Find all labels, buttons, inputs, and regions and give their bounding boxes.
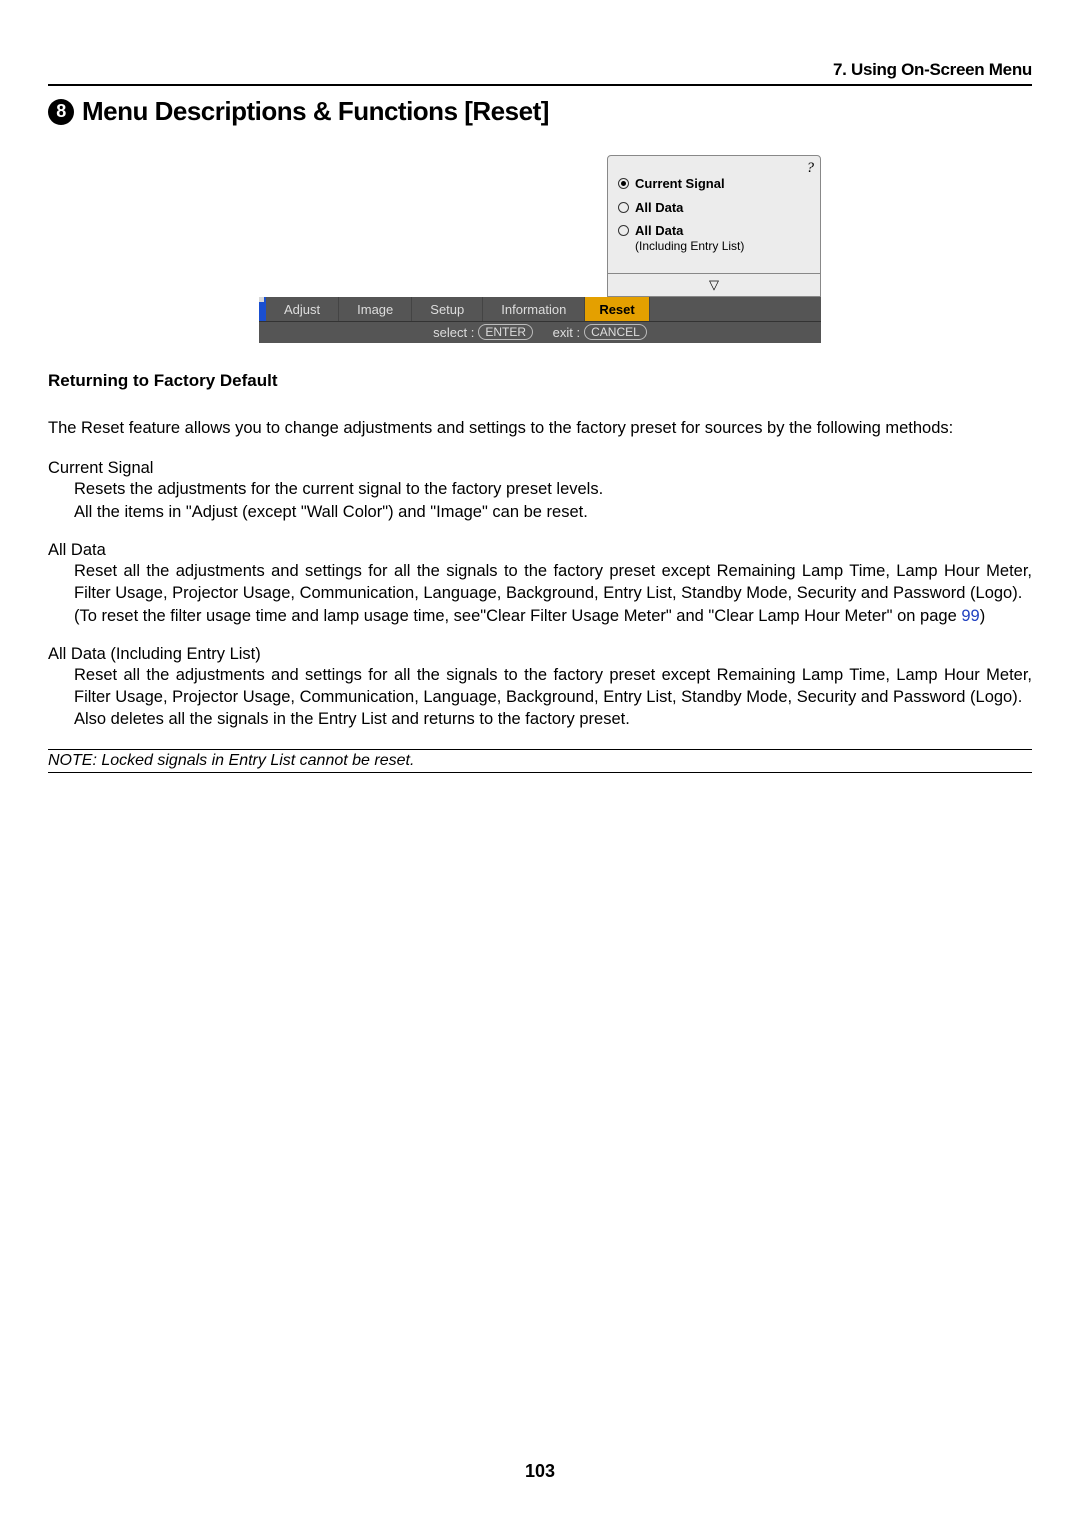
osd-screenshot: ? Current Signal All Data All Data (Incl… bbox=[259, 155, 821, 343]
osd-tab-indicator bbox=[259, 297, 266, 321]
osd-option-all-data: All Data bbox=[618, 200, 810, 216]
osd-option-all-data-entry: All Data (Including Entry List) bbox=[618, 223, 810, 253]
chapter-title: 7. Using On-Screen Menu bbox=[48, 60, 1032, 84]
osd-options-panel: ? Current Signal All Data All Data (Incl… bbox=[607, 155, 821, 274]
note-block: NOTE: Locked signals in Entry List canno… bbox=[48, 749, 1032, 773]
item-body-current-signal: Resets the adjustments for the current s… bbox=[48, 478, 1032, 523]
osd-tab-adjust: Adjust bbox=[266, 297, 339, 321]
osd-hint-bar: select : ENTER exit : CANCEL bbox=[259, 321, 821, 343]
hint-enter-button: ENTER bbox=[478, 324, 533, 340]
section-title-text: Menu Descriptions & Functions [Reset] bbox=[82, 96, 549, 127]
osd-option-label: Current Signal bbox=[635, 176, 725, 192]
osd-tab-bar: Adjust Image Setup Information Reset bbox=[259, 297, 821, 321]
osd-tab-reset: Reset bbox=[585, 297, 649, 321]
osd-tab-spacer bbox=[650, 297, 686, 321]
intro-paragraph: The Reset feature allows you to change a… bbox=[48, 417, 1032, 439]
hint-exit-label: exit : bbox=[553, 325, 580, 340]
radio-icon bbox=[618, 225, 629, 236]
osd-option-sublabel: (Including Entry List) bbox=[635, 239, 744, 253]
item-body-all-data-entry: Reset all the adjustments and settings f… bbox=[48, 664, 1032, 731]
osd-option-label: All Data bbox=[635, 223, 683, 238]
osd-tab-information: Information bbox=[483, 297, 585, 321]
section-title: 8 Menu Descriptions & Functions [Reset] bbox=[48, 96, 1032, 127]
osd-down-arrow: ▽ bbox=[607, 274, 821, 297]
osd-tab-image: Image bbox=[339, 297, 412, 321]
item-body-all-data: Reset all the adjustments and settings f… bbox=[48, 560, 1032, 627]
hint-select-label: select : bbox=[433, 325, 474, 340]
section-number-badge: 8 bbox=[48, 99, 74, 125]
item-title-all-data-entry: All Data (Including Entry List) bbox=[48, 645, 1032, 664]
page-link-99[interactable]: 99 bbox=[961, 607, 979, 625]
radio-icon bbox=[618, 202, 629, 213]
page-number: 103 bbox=[0, 1461, 1080, 1482]
osd-tab-setup: Setup bbox=[412, 297, 483, 321]
hint-cancel-button: CANCEL bbox=[584, 324, 647, 340]
help-icon: ? bbox=[807, 160, 815, 177]
osd-option-current-signal: Current Signal bbox=[618, 176, 810, 192]
item-title-all-data: All Data bbox=[48, 541, 1032, 560]
osd-option-label: All Data bbox=[635, 200, 683, 216]
item-title-current-signal: Current Signal bbox=[48, 459, 1032, 478]
radio-selected-icon bbox=[618, 178, 629, 189]
subsection-heading: Returning to Factory Default bbox=[48, 371, 1032, 391]
